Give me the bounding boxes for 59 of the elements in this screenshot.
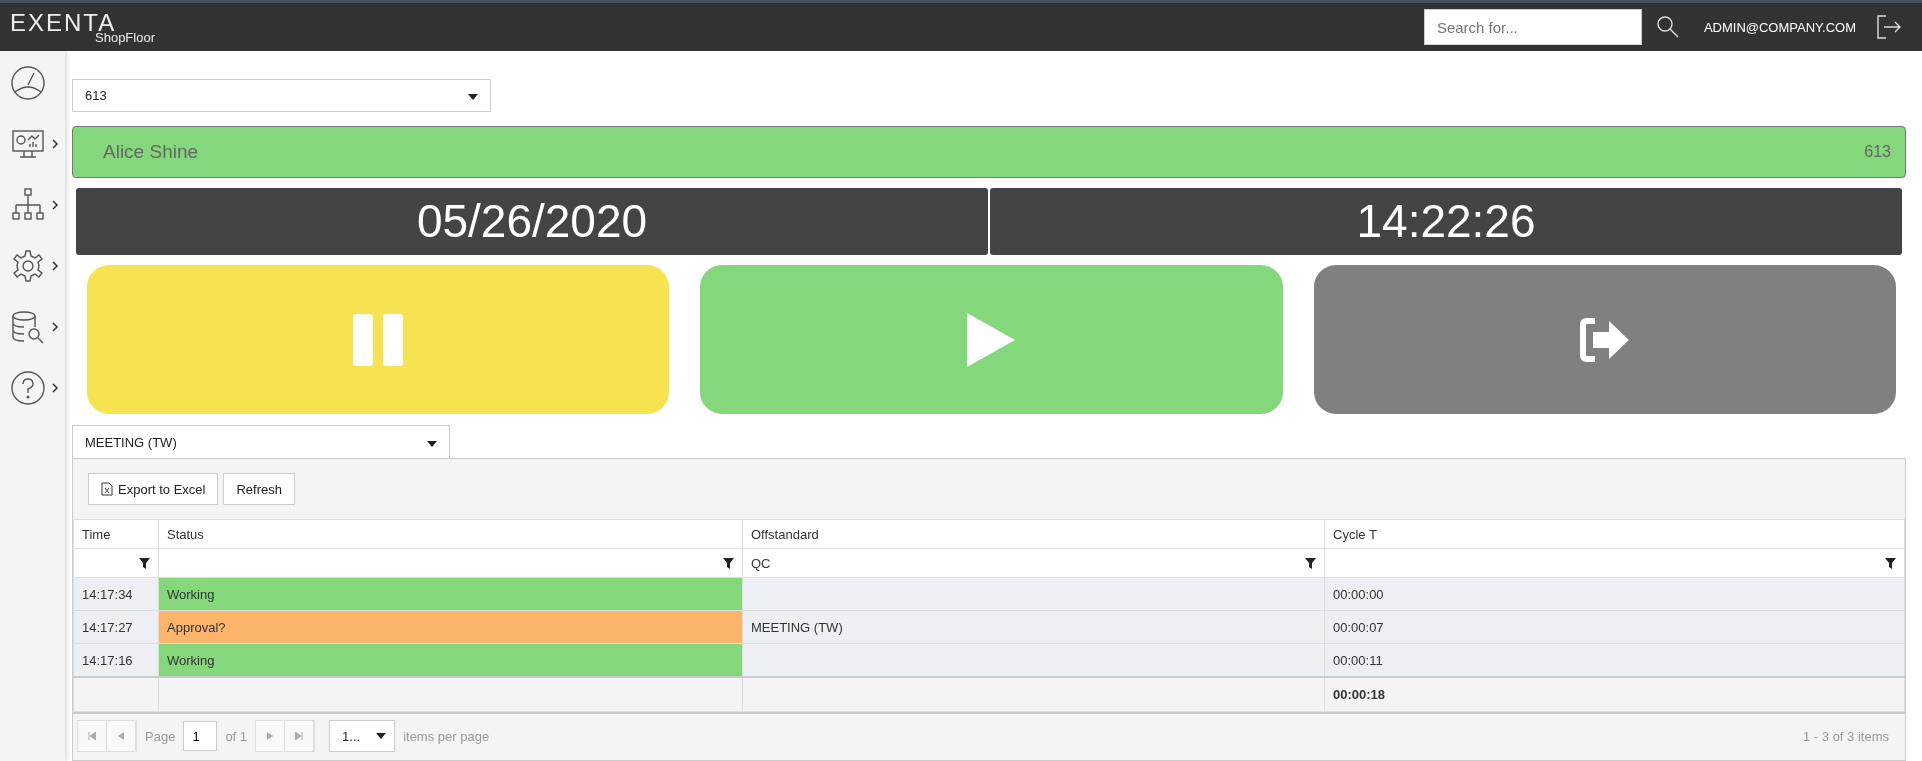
- caret-icon: [427, 440, 437, 447]
- filter-icon[interactable]: [1885, 557, 1896, 569]
- chevron-icon[interactable]: [51, 139, 59, 149]
- database-search-icon[interactable]: [10, 309, 46, 345]
- date-display: 05/26/2020: [76, 188, 988, 255]
- first-page-icon: [88, 732, 96, 740]
- column-header[interactable]: Time: [73, 519, 159, 549]
- items-summary: 1 - 3 of 3 items: [1803, 728, 1889, 744]
- filter-icon[interactable]: [139, 557, 150, 569]
- help-icon[interactable]: [10, 370, 46, 406]
- table-cell: 14:17:16: [73, 643, 159, 677]
- excel-file-icon: [101, 482, 113, 496]
- chevron-icon[interactable]: [51, 383, 59, 393]
- table-cell: 14:17:27: [73, 610, 159, 644]
- table-cell: 00:00:07: [1324, 610, 1905, 644]
- chevron-icon[interactable]: [51, 261, 59, 271]
- search-field[interactable]: Search for...: [1423, 9, 1642, 45]
- hierarchy-icon[interactable]: [10, 187, 46, 223]
- table-cell: MEETING (TW): [742, 610, 1325, 644]
- column-header[interactable]: Cycle T: [1324, 519, 1905, 549]
- items-per-page-label: items per page: [403, 728, 490, 744]
- column-header[interactable]: Offstandard: [742, 519, 1325, 549]
- column-header[interactable]: Status: [158, 519, 743, 549]
- logout-icon[interactable]: [1876, 14, 1902, 40]
- chevron-icon[interactable]: [51, 322, 59, 332]
- logo-subtitle: ShopFloor: [95, 30, 155, 44]
- caret-icon: [468, 94, 478, 100]
- total-cell: 00:00:18: [1324, 677, 1905, 712]
- filter-icon[interactable]: [723, 557, 734, 569]
- table-cell: 00:00:00: [1324, 577, 1905, 611]
- gauge-icon[interactable]: [10, 65, 46, 101]
- table-cell: 14:17:34: [73, 577, 159, 611]
- station-dropdown[interactable]: 613: [72, 79, 491, 112]
- table-cell: 00:00:11: [1324, 643, 1905, 677]
- status-cell: Working: [158, 643, 743, 677]
- station-number: 613: [1864, 143, 1891, 161]
- page-input[interactable]: 1: [183, 721, 218, 751]
- next-page-icon: [267, 732, 274, 740]
- pause-icon: [353, 313, 404, 366]
- page-count: of 1: [225, 728, 248, 744]
- export-button[interactable]: Export to Excel: [88, 473, 219, 505]
- status-cell: Working: [158, 577, 743, 611]
- refresh-button[interactable]: Refresh: [223, 473, 295, 505]
- status-cell: Approval?: [158, 610, 743, 644]
- chevron-icon[interactable]: [51, 200, 59, 210]
- last-page-icon: [295, 732, 304, 740]
- user-email[interactable]: ADMIN@COMPANY.COM: [1703, 19, 1856, 35]
- previous-page-icon: [118, 732, 124, 740]
- reason-dropdown[interactable]: MEETING (TW): [72, 425, 450, 458]
- play-icon: [967, 312, 1016, 367]
- filter-value: QC: [751, 555, 771, 571]
- page-size-dropdown[interactable]: 1...: [329, 720, 396, 752]
- operator-name: Alice Shine: [103, 141, 199, 163]
- filter-icon[interactable]: [1305, 557, 1316, 569]
- time-display: 14:22:26: [990, 188, 1902, 255]
- page-label: Page: [145, 728, 176, 744]
- search-icon[interactable]: [1655, 15, 1680, 39]
- caret-icon: [376, 733, 387, 739]
- exit-icon: [1578, 316, 1631, 363]
